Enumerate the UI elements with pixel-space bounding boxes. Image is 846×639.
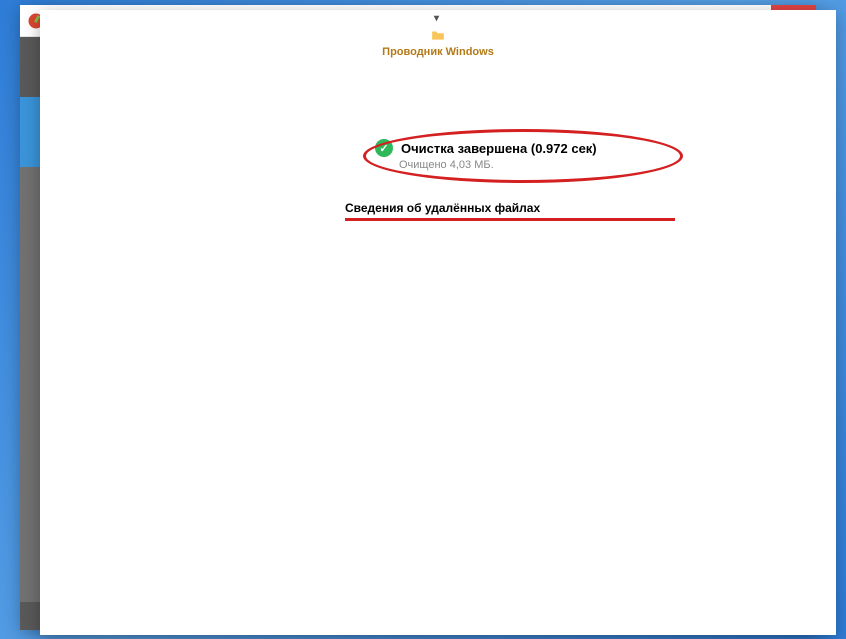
result-done: Очистка завершена (0.972 сек) — [401, 141, 597, 156]
app-body: Очистка Реестр Сервис Настройки Windows … — [20, 97, 816, 602]
tree-pane: Windows Приложения ▾Internet ExplorerВре… — [115, 97, 333, 602]
check-icon: ✓ — [375, 139, 393, 157]
tree[interactable]: ▾Internet ExplorerВременные файлы браузе… — [115, 129, 332, 602]
app-window: Piriform CCleaner — ☐ ✕ CCleaner Free v5… — [20, 5, 816, 630]
result-block: ✓ Очистка завершена (0.972 сек) Очищено … — [333, 125, 816, 179]
details-heading: Сведения об удалённых файлах — [345, 201, 804, 219]
result-info: Очищено 4,03 МБ. — [399, 159, 804, 171]
tree-group[interactable]: ▾Проводник Windows — [115, 129, 332, 602]
